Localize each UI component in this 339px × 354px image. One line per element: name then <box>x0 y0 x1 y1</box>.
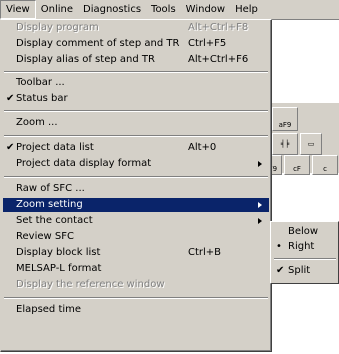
menu-item-toolbar[interactable]: Toolbar ... <box>3 76 269 90</box>
menu-item-label: Set the contact <box>16 215 93 226</box>
menu-separator <box>4 297 268 299</box>
menu-item-shortcut: Ctrl+B <box>188 247 222 258</box>
menu-item-review-sfc[interactable]: Review SFC <box>3 230 269 244</box>
menu-window[interactable]: Window <box>181 0 230 19</box>
menu-item-display-alias[interactable]: Display alias of step and TR Alt+Ctrl+F6 <box>3 53 269 67</box>
menu-separator <box>274 258 336 260</box>
menu-item-label: MELSAP-L format <box>16 263 102 274</box>
checkmark-icon: ✔ <box>276 265 285 276</box>
toolbar-button-af9-label: aF9 <box>278 121 292 129</box>
toolbar-button-c-label: c <box>323 165 327 173</box>
menu-item-shortcut: Alt+0 <box>188 142 217 153</box>
menu-item-label: Display program <box>16 22 99 33</box>
menu-view[interactable]: View <box>0 0 36 19</box>
menu-item-display-comment[interactable]: Display comment of step and TR Ctrl+F5 <box>3 37 269 51</box>
submenu-arrow-icon <box>258 161 262 167</box>
toolbar-button-contact[interactable]: ╡╞ <box>272 133 298 155</box>
toolbar-button-af9[interactable]: aF9 <box>272 107 298 131</box>
menu-online[interactable]: Online <box>36 0 78 19</box>
checkmark-icon: ✔ <box>6 142 15 153</box>
menu-item-elapsed-time[interactable]: Elapsed time <box>3 303 269 317</box>
menu-item-label: Zoom ... <box>16 117 58 128</box>
menu-item-label: Status bar <box>16 93 68 104</box>
toolbar-button-c[interactable]: c <box>312 155 338 175</box>
submenu-item-right[interactable]: • Right <box>273 240 337 254</box>
menu-separator <box>4 71 268 73</box>
menu-item-display-program[interactable]: Display program Alt+Ctrl+F8 <box>3 21 269 35</box>
menu-item-project-data-list[interactable]: ✔ Project data list Alt+0 <box>3 141 269 155</box>
menu-item-status-bar[interactable]: ✔ Status bar <box>3 92 269 106</box>
contact-icon: ╡╞ <box>280 140 290 148</box>
menu-tools[interactable]: Tools <box>146 0 181 19</box>
menu-item-label: Toolbar ... <box>16 77 65 88</box>
toolbar-button-cf[interactable]: cF <box>284 155 310 175</box>
submenu-item-label: Split <box>288 265 311 276</box>
menu-item-display-block-list[interactable]: Display block list Ctrl+B <box>3 246 269 260</box>
menu-separator <box>4 176 268 178</box>
submenu-item-split[interactable]: ✔ Split <box>273 264 337 278</box>
menu-item-raw-of-sfc[interactable]: Raw of SFC ... <box>3 182 269 196</box>
menu-separator <box>4 135 268 137</box>
menu-item-label: Raw of SFC ... <box>16 183 85 194</box>
menu-help[interactable]: Help <box>230 0 263 19</box>
menu-item-zoom[interactable]: Zoom ... <box>3 116 269 130</box>
menu-item-zoom-setting[interactable]: Zoom setting <box>3 198 269 212</box>
menu-diagnostics[interactable]: Diagnostics <box>78 0 146 19</box>
menubar: View Online Diagnostics Tools Window Hel… <box>0 0 339 20</box>
menu-item-label: Project data list <box>16 142 94 153</box>
submenu-item-label: Below <box>288 226 319 237</box>
toolbar-button-block[interactable]: ▭ <box>300 133 322 155</box>
menu-item-melsap-l-format[interactable]: MELSAP-L format <box>3 262 269 276</box>
checkmark-icon: ✔ <box>6 93 15 104</box>
menu-item-label: Review SFC <box>16 231 74 242</box>
submenu-item-label: Right <box>288 241 315 252</box>
menu-item-label: Display the reference window <box>16 279 165 290</box>
zoom-setting-submenu: Below • Right ✔ Split <box>270 221 339 284</box>
toolbar-button-cf-label: cF <box>293 165 301 173</box>
view-menu-dropdown: Display program Alt+Ctrl+F8 Display comm… <box>0 19 272 352</box>
menu-item-label: Display block list <box>16 247 101 258</box>
menu-item-label: Display alias of step and TR <box>16 54 155 65</box>
menu-separator <box>4 110 268 112</box>
radio-bullet-icon: • <box>276 241 282 252</box>
menu-item-label: Display comment of step and TR <box>16 38 180 49</box>
menu-item-shortcut: Alt+Ctrl+F6 <box>188 54 249 65</box>
menu-item-label: Zoom setting <box>16 199 83 210</box>
menu-item-label: Project data display format <box>16 158 152 169</box>
menu-item-project-data-display-format[interactable]: Project data display format <box>3 157 269 171</box>
submenu-arrow-icon <box>258 218 262 224</box>
block-icon: ▭ <box>307 140 315 148</box>
menu-item-display-reference-window[interactable]: Display the reference window <box>3 278 269 292</box>
submenu-item-below[interactable]: Below <box>273 225 337 239</box>
menu-item-set-the-contact[interactable]: Set the contact <box>3 214 269 228</box>
menu-item-shortcut: Ctrl+F5 <box>188 38 227 49</box>
menu-item-shortcut: Alt+Ctrl+F8 <box>188 22 249 33</box>
menu-item-label: Elapsed time <box>16 304 82 315</box>
submenu-arrow-icon <box>258 202 262 208</box>
